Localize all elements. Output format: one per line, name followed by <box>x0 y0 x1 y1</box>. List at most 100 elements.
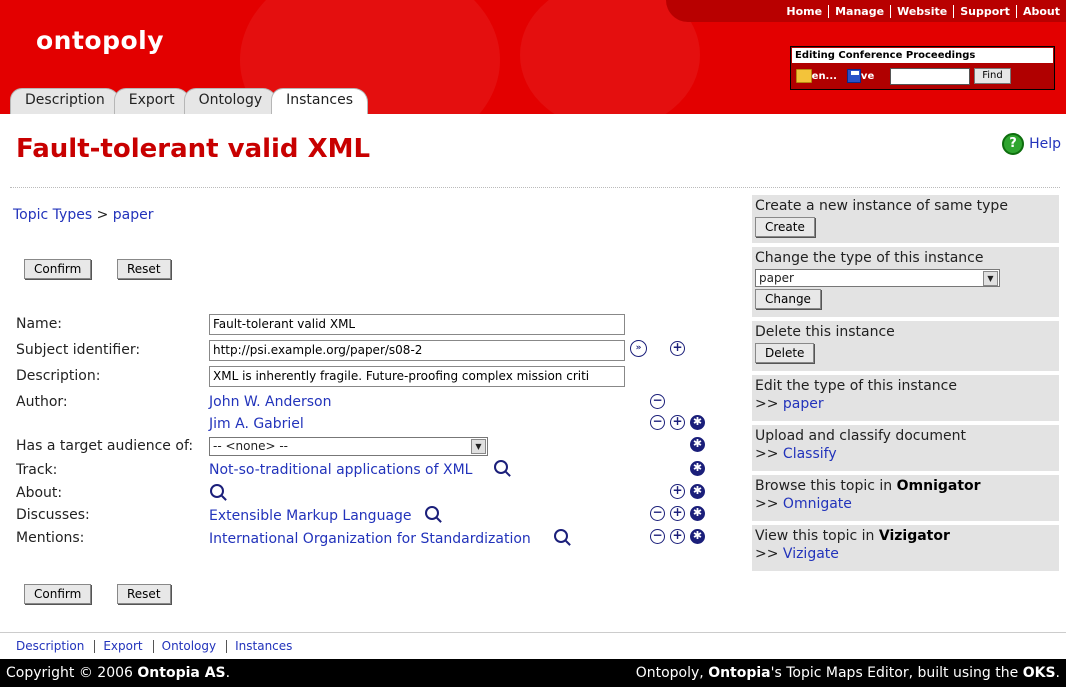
editing-title: Editing Conference Proceedings <box>792 48 1053 63</box>
open-button[interactable]: Open... <box>796 69 837 83</box>
delete-instance-text: Delete this instance <box>755 324 895 340</box>
author-link[interactable]: Jim A. Gabriel <box>209 416 304 432</box>
edit-type-panel: Edit the type of this instance >> paper <box>752 375 1059 421</box>
header: Home Manage Website Support About ontopo… <box>0 0 1066 114</box>
add-icon[interactable]: + <box>670 506 685 521</box>
logo[interactable]: ontopoly <box>36 26 164 55</box>
breadcrumb-current[interactable]: paper <box>113 207 154 223</box>
vizigate-link[interactable]: Vizigate <box>783 546 839 562</box>
about-label: About: <box>16 485 63 501</box>
search-icon[interactable] <box>425 506 439 520</box>
change-type-panel: Change the type of this instance paper ▼… <box>752 247 1059 317</box>
author-link[interactable]: John W. Anderson <box>209 394 331 410</box>
confirm-button-bottom[interactable]: Confirm <box>24 584 92 604</box>
classify-link[interactable]: Classify <box>783 446 837 462</box>
create-button[interactable]: Create <box>755 217 815 237</box>
add-icon[interactable]: + <box>670 529 685 544</box>
target-audience-value: -- <none> -- <box>213 439 288 453</box>
subject-identifier-label: Subject identifier: <box>16 342 141 358</box>
create-instance-text: Create a new instance of same type <box>755 198 1008 214</box>
upload-panel: Upload and classify document >> Classify <box>752 425 1059 471</box>
description-field[interactable]: XML is inherently fragile. Future-proofi… <box>209 366 625 387</box>
reset-button[interactable]: Reset <box>117 259 171 279</box>
arrow-prefix: >> <box>755 546 779 562</box>
view-text: View this topic in <box>755 528 875 544</box>
footer-link-ontology[interactable]: Ontology <box>154 639 228 653</box>
create-icon[interactable]: ✱ <box>690 461 705 476</box>
floppy-disk-icon <box>846 69 861 83</box>
footer-credits: Ontopoly, Ontopia's Topic Maps Editor, b… <box>635 665 1060 681</box>
browse-panel: Browse this topic in Omnigator >> Omniga… <box>752 475 1059 521</box>
type-select[interactable]: paper ▼ <box>755 269 1000 287</box>
add-icon[interactable]: + <box>670 415 685 430</box>
add-icon[interactable]: + <box>670 341 685 356</box>
edit-type-link[interactable]: paper <box>783 396 824 412</box>
upload-text: Upload and classify document <box>755 428 966 444</box>
reset-button-bottom[interactable]: Reset <box>117 584 171 604</box>
target-audience-label: Has a target audience of: <box>16 438 194 454</box>
create-icon[interactable]: ✱ <box>690 437 705 452</box>
dropdown-arrow-icon[interactable]: ▼ <box>983 271 998 286</box>
tab-description[interactable]: Description <box>10 88 120 114</box>
remove-icon[interactable]: − <box>650 415 665 430</box>
breadcrumb-topic-types[interactable]: Topic Types <box>13 207 92 223</box>
edit-type-text: Edit the type of this instance <box>755 378 957 394</box>
create-icon[interactable]: ✱ <box>690 506 705 521</box>
help-link[interactable]: ? Help <box>1002 133 1061 155</box>
topnav-manage[interactable]: Manage <box>828 4 890 18</box>
vizigator-name: Vizigator <box>878 528 950 544</box>
omnigate-link[interactable]: Omnigate <box>783 496 852 512</box>
arrow-prefix: >> <box>755 496 779 512</box>
delete-button[interactable]: Delete <box>755 343 815 363</box>
create-instance-panel: Create a new instance of same type Creat… <box>752 195 1059 243</box>
subject-identifier-field[interactable]: http://psi.example.org/paper/s08-2 <box>209 340 625 361</box>
footer-link-export[interactable]: Export <box>95 639 154 653</box>
help-icon: ? <box>1002 133 1025 155</box>
search-icon[interactable] <box>494 460 508 474</box>
tab-ontology[interactable]: Ontology <box>183 88 278 114</box>
topnav-website[interactable]: Website <box>890 4 953 18</box>
search-input[interactable] <box>890 67 971 85</box>
remove-icon[interactable]: − <box>650 394 665 409</box>
breadcrumb: Topic Types > paper <box>13 207 154 223</box>
header-decoration <box>520 0 700 114</box>
create-icon[interactable]: ✱ <box>690 415 705 430</box>
confirm-button[interactable]: Confirm <box>24 259 92 279</box>
topnav-support[interactable]: Support <box>953 4 1016 18</box>
tab-instances[interactable]: Instances <box>271 88 368 114</box>
save-button[interactable]: Save <box>846 69 874 83</box>
divider <box>10 187 1060 188</box>
remove-icon[interactable]: − <box>650 529 665 544</box>
change-button[interactable]: Change <box>755 289 821 309</box>
footer-link-description[interactable]: Description <box>8 639 96 653</box>
discusses-label: Discusses: <box>16 507 90 523</box>
create-icon[interactable]: ✱ <box>690 529 705 544</box>
create-icon[interactable]: ✱ <box>690 484 705 499</box>
topnav-about[interactable]: About <box>1015 4 1066 18</box>
copyright: Copyright © 2006 Ontopia AS. <box>6 665 231 681</box>
search-icon[interactable] <box>554 529 568 543</box>
go-to-subject-icon[interactable]: » <box>630 340 647 357</box>
topnav-home[interactable]: Home <box>780 5 828 18</box>
discusses-link[interactable]: Extensible Markup Language <box>209 508 412 524</box>
search-icon[interactable] <box>210 484 224 498</box>
mentions-link[interactable]: International Organization for Standardi… <box>209 531 531 547</box>
track-link[interactable]: Not-so-traditional applications of XML <box>209 462 472 478</box>
find-button[interactable]: Find <box>974 68 1011 84</box>
top-navigation: Home Manage Website Support About <box>758 0 1066 22</box>
dropdown-arrow-icon[interactable]: ▼ <box>471 439 486 454</box>
author-label: Author: <box>16 394 68 410</box>
target-audience-select[interactable]: -- <none> -- ▼ <box>209 437 488 456</box>
tab-bar: Description Export Ontology Instances <box>10 88 368 114</box>
remove-icon[interactable]: − <box>650 506 665 521</box>
footer: Copyright © 2006 Ontopia AS. Ontopoly, O… <box>0 659 1066 687</box>
footer-link-instances[interactable]: Instances <box>227 639 302 653</box>
editing-panel: Editing Conference Proceedings Open... S… <box>790 46 1055 90</box>
name-field[interactable]: Fault-tolerant valid XML <box>209 314 625 335</box>
tab-export[interactable]: Export <box>113 88 190 114</box>
view-panel: View this topic in Vizigator >> Vizigate <box>752 525 1059 571</box>
mentions-label: Mentions: <box>16 530 85 546</box>
add-icon[interactable]: + <box>670 484 685 499</box>
arrow-prefix: >> <box>755 446 779 462</box>
arrow-prefix: >> <box>755 396 779 412</box>
